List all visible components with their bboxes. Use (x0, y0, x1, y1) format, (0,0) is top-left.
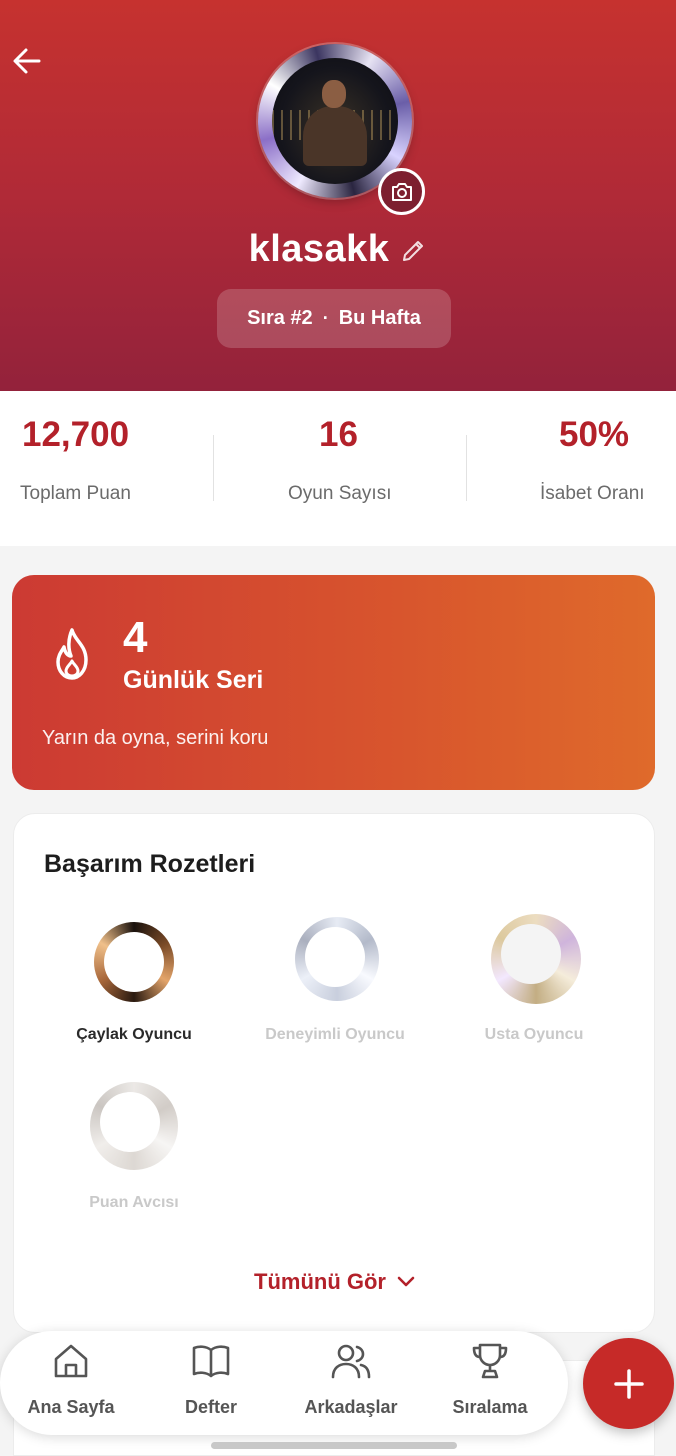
stat-value: 12,700 (22, 415, 130, 454)
badge-rookie-player[interactable]: Çaylak Oyuncu (34, 914, 234, 1054)
stat-total-points: 12,700 Toplam Puan (0, 391, 213, 546)
nav-item-home[interactable]: Ana Sayfa (6, 1341, 136, 1429)
change-photo-button[interactable] (378, 168, 425, 215)
rank-period: Bu Hafta (338, 307, 421, 329)
flame-icon (56, 628, 88, 680)
streak-title: Günlük Seri (123, 666, 264, 694)
stat-games-played: 16 Oyun Sayısı (214, 391, 466, 546)
camera-icon (391, 182, 412, 201)
friends-icon (331, 1344, 371, 1379)
pencil-icon (403, 240, 424, 261)
avatar-photo (272, 58, 398, 184)
book-icon (192, 1345, 230, 1378)
rank-badge: Sıra #2 · Bu Hafta (217, 289, 451, 348)
badges-card: Başarım Rozetleri Çaylak Oyuncu Deneyiml… (13, 813, 655, 1333)
stats-bar: 12,700 Toplam Puan 16 Oyun Sayısı 50% İs… (0, 391, 676, 546)
nav-label: Ana Sayfa (27, 1397, 115, 1417)
badge-label: Deneyimli Oyuncu (265, 1026, 405, 1043)
nav-item-notebook[interactable]: Defter (146, 1341, 276, 1429)
badge-icon (491, 914, 581, 1004)
username-row: klasakk (0, 228, 676, 271)
profile-header: klasakk Sıra #2 · Bu Hafta (0, 0, 676, 391)
stat-label: Toplam Puan (20, 483, 131, 504)
badge-point-hunter[interactable]: Puan Avcısı (34, 1080, 234, 1220)
nav-label: Defter (184, 1397, 237, 1417)
badge-label: Usta Oyuncu (484, 1026, 584, 1043)
rank-text: Sıra #2 (247, 307, 313, 329)
stat-value: 50% (559, 415, 630, 454)
nav-label: Sıralama (452, 1397, 528, 1417)
add-button[interactable] (583, 1338, 674, 1429)
see-all-label: Tümünü Gör (254, 1269, 386, 1294)
badge-icon (94, 922, 174, 1002)
rank-separator: · (322, 308, 329, 328)
stat-label: İsabet Oranı (540, 483, 645, 504)
badge-experienced-player[interactable]: Deneyimli Oyuncu (235, 914, 435, 1054)
bottom-nav: Ana Sayfa Defter Arkadaşlar Sıralama (0, 1331, 568, 1435)
home-indicator[interactable] (211, 1442, 457, 1449)
nav-item-friends[interactable]: Arkadaşlar (286, 1341, 416, 1429)
nav-item-leaderboard[interactable]: Sıralama (425, 1341, 555, 1429)
trophy-icon (472, 1343, 508, 1379)
arrow-left-icon (13, 48, 41, 74)
chevron-down-icon (397, 1276, 415, 1287)
badge-label: Puan Avcısı (89, 1194, 179, 1211)
username: klasakk (248, 228, 390, 270)
stat-label: Oyun Sayısı (288, 483, 392, 504)
badges-title: Başarım Rozetleri (44, 850, 256, 878)
nav-label: Arkadaşlar (304, 1397, 398, 1417)
edit-username-button[interactable] (399, 237, 427, 265)
badge-icon (90, 1082, 178, 1170)
see-all-button[interactable]: Tümünü Gör (14, 1269, 656, 1295)
streak-card: 4 Günlük Seri Yarın da oyna, serini koru (12, 575, 655, 790)
home-icon (54, 1344, 88, 1378)
badge-icon (295, 917, 379, 1001)
badge-label: Çaylak Oyuncu (76, 1026, 192, 1043)
back-button[interactable] (10, 42, 44, 80)
stat-value: 16 (319, 415, 358, 454)
plus-icon (613, 1368, 644, 1399)
streak-subtitle: Yarın da oyna, serini koru (42, 727, 269, 749)
badge-master-player[interactable]: Usta Oyuncu (434, 914, 634, 1054)
stat-accuracy: 50% İsabet Oranı (467, 391, 676, 546)
streak-count: 4 (123, 613, 148, 662)
